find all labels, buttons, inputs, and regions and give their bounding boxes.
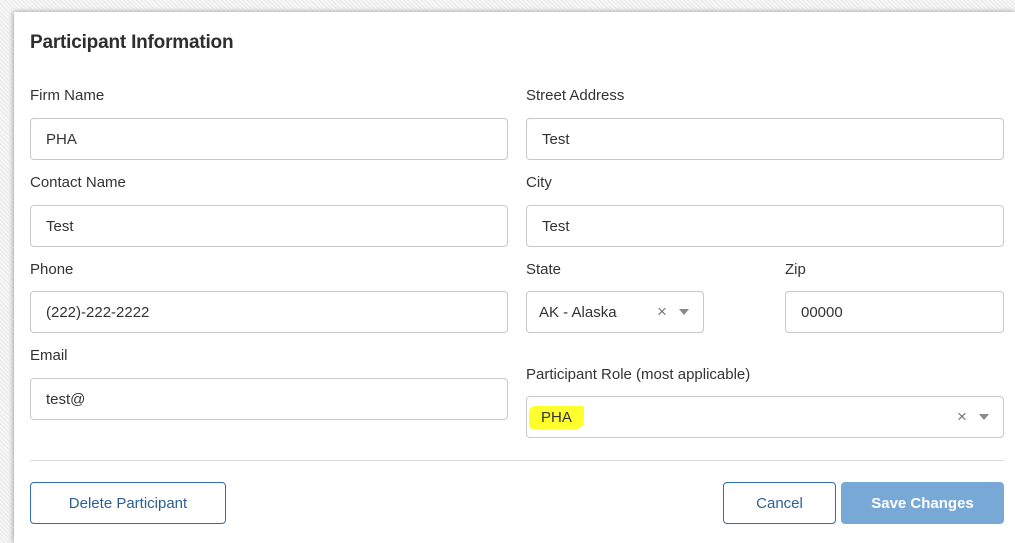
street-address-label: Street Address — [526, 87, 625, 104]
save-changes-button[interactable]: Save Changes — [841, 482, 1004, 524]
state-label: State — [526, 261, 562, 278]
phone-label: Phone — [30, 261, 74, 278]
email-input[interactable]: test@ — [30, 378, 508, 420]
firm-name-input[interactable]: PHA — [30, 118, 508, 160]
participant-role-select[interactable]: PHA × — [526, 396, 1004, 438]
contact-name-input[interactable]: Test — [30, 205, 508, 247]
email-label: Email — [30, 347, 68, 364]
state-value: AK - Alaska — [539, 303, 617, 321]
cancel-button[interactable]: Cancel — [723, 482, 836, 524]
firm-name-label: Firm Name — [30, 87, 105, 104]
contact-name-value: Test — [46, 217, 74, 235]
zip-value: 00000 — [801, 303, 843, 321]
zip-input[interactable]: 00000 — [785, 291, 1004, 333]
email-value: test@ — [46, 390, 86, 408]
firm-name-value: PHA — [46, 130, 77, 148]
participant-information-panel: Participant Information Firm Name PHA Co… — [14, 12, 1015, 543]
street-address-input[interactable]: Test — [526, 118, 1004, 160]
phone-input[interactable]: (222)-222-2222 — [30, 291, 508, 333]
participant-role-value-wrap: PHA — [529, 405, 953, 429]
city-value: Test — [542, 217, 570, 235]
participant-role-chevron-down-icon[interactable] — [979, 414, 989, 420]
city-label: City — [526, 174, 552, 191]
state-clear-icon[interactable]: × — [653, 302, 671, 322]
phone-value: (222)-222-2222 — [46, 303, 150, 321]
panel-title: Participant Information — [30, 32, 234, 53]
participant-role-clear-icon[interactable]: × — [953, 407, 971, 427]
contact-name-label: Contact Name — [30, 174, 126, 191]
zip-label: Zip — [785, 261, 806, 278]
participant-role-label: Participant Role (most applicable) — [526, 366, 751, 383]
street-address-value: Test — [542, 130, 570, 148]
state-select[interactable]: AK - Alaska × — [526, 291, 704, 333]
state-chevron-down-icon[interactable] — [679, 309, 689, 315]
city-input[interactable]: Test — [526, 205, 1004, 247]
footer-divider — [30, 460, 1004, 461]
delete-participant-button[interactable]: Delete Participant — [30, 482, 226, 524]
participant-role-value: PHA — [529, 405, 584, 429]
